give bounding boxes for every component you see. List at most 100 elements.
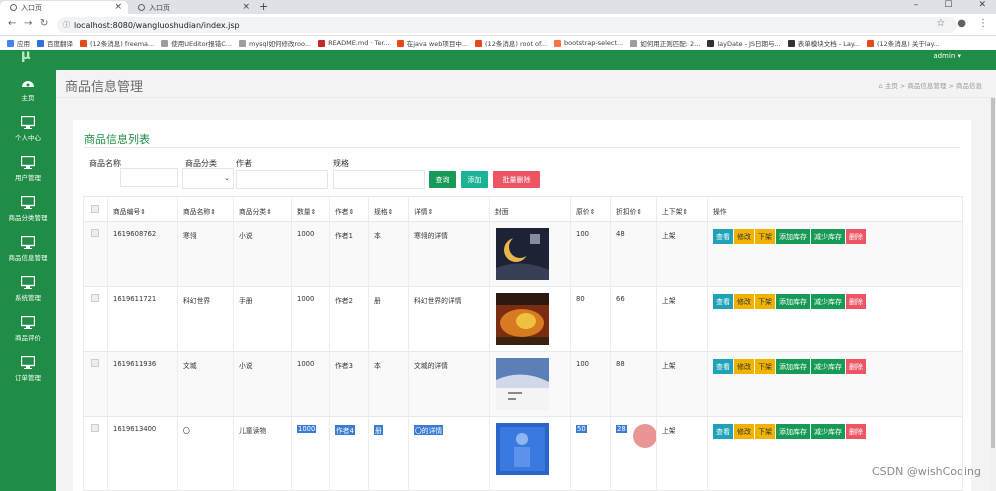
new-tab-button[interactable]: + xyxy=(259,0,268,13)
bookmark-item[interactable]: mysql如何修改roo... xyxy=(238,38,311,48)
bookmark-icon xyxy=(707,39,715,47)
browser-tab-1[interactable]: 入口页 × xyxy=(0,1,128,14)
reduce-stock-button[interactable]: 减少库存 xyxy=(811,229,845,244)
column-header[interactable]: 规格⇕ xyxy=(374,206,393,216)
delete-button[interactable]: 删除 xyxy=(846,294,866,309)
bookmark-item[interactable]: (12条消息) root of... xyxy=(475,38,547,48)
view-button[interactable]: 查看 xyxy=(713,294,733,309)
forward-icon[interactable]: → xyxy=(24,18,32,29)
breadcrumb[interactable]: ⌂ 主页 > 商品信息管理 > 商品信息 xyxy=(879,80,982,90)
cover-image xyxy=(496,423,549,475)
select-all-checkbox[interactable] xyxy=(91,205,99,213)
bookmark-item[interactable]: (12条消息) 关于lay... xyxy=(866,38,940,48)
view-button[interactable]: 查看 xyxy=(713,359,733,374)
bookmark-item[interactable]: 使用UEditor报错C... xyxy=(161,38,232,48)
cell-status: 上架 xyxy=(662,297,676,305)
sidebar-item-5[interactable]: 商品信息管理 xyxy=(0,236,56,262)
column-divider xyxy=(107,196,108,491)
query-button[interactable]: 查询 xyxy=(429,171,456,188)
row-checkbox[interactable] xyxy=(91,424,99,432)
sidebar-item-6[interactable]: 系统管理 xyxy=(0,276,56,302)
sidebar-item-2[interactable]: 个人中心 xyxy=(0,116,56,142)
close-tab-icon[interactable]: × xyxy=(114,2,122,12)
add-button[interactable]: 添加 xyxy=(461,171,488,188)
bookmark-item[interactable]: 百度翻译 xyxy=(37,38,73,48)
sidebar-item-1[interactable]: 主页 xyxy=(0,77,56,102)
star-icon[interactable]: ☆ xyxy=(936,18,945,29)
spec-filter-input[interactable] xyxy=(333,170,425,189)
column-header[interactable]: 数量⇕ xyxy=(297,206,316,216)
maximize-icon[interactable]: ☐ xyxy=(944,0,952,10)
author-filter-input[interactable] xyxy=(236,170,328,189)
add-stock-button[interactable]: 添加库存 xyxy=(776,294,810,309)
row-checkbox[interactable] xyxy=(91,359,99,367)
delist-button[interactable]: 下架 xyxy=(755,294,775,309)
menu-icon[interactable]: ⋮ xyxy=(978,18,988,29)
delist-button[interactable]: 下架 xyxy=(755,359,775,374)
bookmark-item[interactable]: bootstrap-select... xyxy=(554,39,623,47)
view-button[interactable]: 查看 xyxy=(713,424,733,439)
bookmark-icon xyxy=(318,39,326,47)
sidebar-item-3[interactable]: 用户管理 xyxy=(0,156,56,182)
bookmark-item[interactable]: 如何用正则匹配: 2... xyxy=(630,38,700,48)
add-stock-button[interactable]: 添加库存 xyxy=(776,359,810,374)
close-window-icon[interactable]: ✕ xyxy=(978,0,986,10)
bookmark-item[interactable]: 表单模块文档 - Lay... xyxy=(787,38,860,48)
cell-detail: 文城的详情 xyxy=(414,362,448,370)
delist-button[interactable]: 下架 xyxy=(755,424,775,439)
profile-icon[interactable]: ● xyxy=(957,18,966,29)
cell-name: 〇 xyxy=(183,427,190,435)
bookmark-icon xyxy=(787,39,795,47)
row-actions: 查看 修改 下架 添加库存 减少库存 删除 xyxy=(713,424,866,439)
admin-dropdown[interactable]: admin ▾ xyxy=(933,52,961,60)
row-checkbox[interactable] xyxy=(91,294,99,302)
edit-button[interactable]: 修改 xyxy=(734,424,754,439)
edit-button[interactable]: 修改 xyxy=(734,359,754,374)
batch-delete-button[interactable]: 批量删除 xyxy=(493,171,540,188)
bookmark-item[interactable]: (12条消息) freema... xyxy=(80,38,154,48)
cell-id: 1619611936 xyxy=(113,360,157,368)
reload-icon[interactable]: ↻ xyxy=(40,18,48,29)
scrollbar-thumb[interactable] xyxy=(991,98,995,448)
edit-button[interactable]: 修改 xyxy=(734,229,754,244)
url-input[interactable]: ⓘ localhost:8080/wangluoshudian/index.jsp xyxy=(57,17,957,33)
column-header[interactable]: 作者⇕ xyxy=(335,206,354,216)
bookmark-item[interactable]: 在java web项目中... xyxy=(396,38,468,48)
browser-tab-2[interactable]: 入口页 × xyxy=(128,1,256,14)
column-header[interactable]: 折扣价⇕ xyxy=(616,206,642,216)
close-tab-icon[interactable]: × xyxy=(242,2,250,12)
table-header: 商品编号⇕ 商品名称⇕ 商品分类⇕ 数量⇕ 作者⇕ 规格⇕ 详情⇕ 封面 原价⇕ 折扣价⇕ 上下架⇕… xyxy=(83,196,962,222)
monitor-icon xyxy=(21,156,35,169)
delete-button[interactable]: 删除 xyxy=(846,359,866,374)
sidebar-item-8[interactable]: 订单管理 xyxy=(0,356,56,382)
column-header[interactable]: 上下架⇕ xyxy=(662,206,688,216)
column-header[interactable]: 商品分类⇕ xyxy=(239,206,272,216)
reduce-stock-button[interactable]: 减少库存 xyxy=(811,294,845,309)
edit-button[interactable]: 修改 xyxy=(734,294,754,309)
reduce-stock-button[interactable]: 减少库存 xyxy=(811,359,845,374)
address-bar-row: ← → ↻ ⓘ localhost:8080/wangluoshudian/ind… xyxy=(0,14,996,36)
column-header[interactable]: 原价⇕ xyxy=(576,206,595,216)
delist-button[interactable]: 下架 xyxy=(755,229,775,244)
bookmark-item[interactable]: 应用 xyxy=(7,38,30,48)
sidebar-item-7[interactable]: 商品评价 xyxy=(0,316,56,342)
column-header[interactable]: 商品编号⇕ xyxy=(113,206,146,216)
add-stock-button[interactable]: 添加库存 xyxy=(776,229,810,244)
column-header[interactable]: 商品名称⇕ xyxy=(183,206,216,216)
cell-discount: 88 xyxy=(616,360,625,368)
row-checkbox[interactable] xyxy=(91,229,99,237)
column-header[interactable]: 详情⇕ xyxy=(414,206,433,216)
name-filter-input[interactable] xyxy=(120,168,178,187)
reduce-stock-button[interactable]: 减少库存 xyxy=(811,424,845,439)
view-button[interactable]: 查看 xyxy=(713,229,733,244)
delete-button[interactable]: 删除 xyxy=(846,424,866,439)
delete-button[interactable]: 删除 xyxy=(846,229,866,244)
add-stock-button[interactable]: 添加库存 xyxy=(776,424,810,439)
bookmark-item[interactable]: README.md · Ter... xyxy=(318,39,390,47)
bookmark-item[interactable]: layDate - JS日期与... xyxy=(707,38,781,48)
back-icon[interactable]: ← xyxy=(8,18,16,29)
scrollbar[interactable] xyxy=(990,98,996,491)
minimize-icon[interactable]: – xyxy=(914,0,919,10)
category-select[interactable]: ⌄ xyxy=(182,168,234,189)
sidebar-item-4[interactable]: 商品分类管理 xyxy=(0,196,56,222)
